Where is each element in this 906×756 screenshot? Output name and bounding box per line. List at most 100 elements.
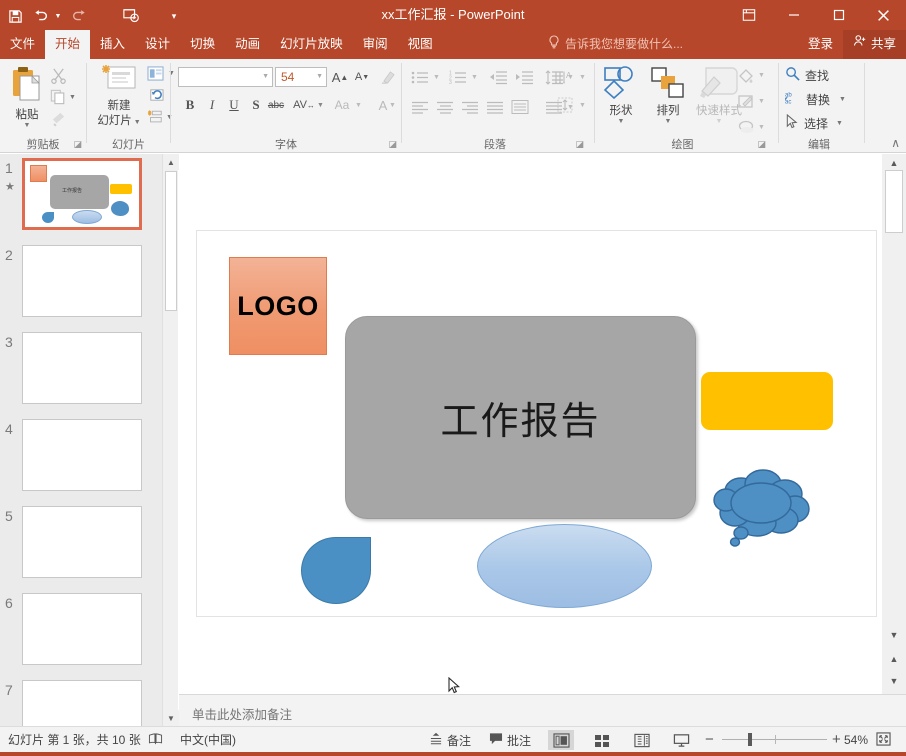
tab-review[interactable]: 审阅 xyxy=(353,30,398,59)
grow-font-button[interactable]: A▲ xyxy=(329,67,351,87)
shape-effects-button[interactable] xyxy=(735,117,757,137)
editor-scroll-down-button[interactable]: ▼ xyxy=(885,626,903,644)
share-button[interactable]: 共享 xyxy=(843,30,906,59)
sign-in-button[interactable]: 登录 xyxy=(798,30,843,59)
find-button[interactable]: 查找 xyxy=(785,66,829,84)
tab-animations[interactable]: 动画 xyxy=(225,30,270,59)
start-slideshow-icon[interactable] xyxy=(116,3,146,29)
character-spacing-button[interactable]: AV↔ xyxy=(291,95,317,115)
logo-shape[interactable]: LOGO xyxy=(229,257,327,355)
slide-canvas[interactable]: LOGO 工作报告 xyxy=(196,230,877,617)
tab-insert[interactable]: 插入 xyxy=(90,30,135,59)
save-icon[interactable] xyxy=(0,3,30,29)
paste-button[interactable]: 粘贴 ▼ xyxy=(6,65,48,129)
select-button[interactable]: 选择 ▼ xyxy=(785,114,843,132)
increase-indent-button[interactable] xyxy=(512,67,536,87)
paste-dropdown-icon[interactable]: ▼ xyxy=(6,122,48,129)
thumbnail-scroll-up-button[interactable]: ▲ xyxy=(163,154,179,170)
shape-effects-dropdown-icon[interactable]: ▼ xyxy=(756,117,767,137)
character-spacing-dropdown-icon[interactable]: ▼ xyxy=(315,95,326,115)
zoom-slider-handle[interactable] xyxy=(748,733,752,746)
thumbnail-row-4[interactable]: 4 xyxy=(0,419,162,506)
slideshow-view-button[interactable] xyxy=(668,730,694,750)
language-label[interactable]: 中文(中国) xyxy=(180,727,236,753)
arrange-dropdown-icon[interactable]: ▼ xyxy=(647,118,689,125)
shape-outline-button[interactable] xyxy=(735,91,757,111)
ribbon-display-options-icon[interactable] xyxy=(732,0,766,30)
tab-home[interactable]: 开始 xyxy=(45,30,90,59)
thumbnail-row-2[interactable]: 2 xyxy=(0,245,162,332)
tell-me-box[interactable]: 告诉我您想要做什么... xyxy=(548,30,683,59)
text-direction-button[interactable]: A xyxy=(551,67,577,87)
thumbnail-scroll-down-button[interactable]: ▼ xyxy=(163,710,179,726)
reading-view-button[interactable] xyxy=(629,730,655,750)
thumbnail-row-6[interactable]: 6 xyxy=(0,593,162,680)
shapes-dropdown-icon[interactable]: ▼ xyxy=(599,118,643,125)
align-left-button[interactable] xyxy=(408,97,432,117)
thumbnail-row-3[interactable]: 3 xyxy=(0,332,162,419)
font-color-dropdown-icon[interactable]: ▼ xyxy=(387,95,398,115)
numbering-button[interactable]: 123 xyxy=(446,67,470,87)
slide-edit-area[interactable]: LOGO 工作报告 xyxy=(179,154,882,694)
replace-button[interactable]: abac 替换 ▼ xyxy=(785,90,846,108)
justify-button[interactable] xyxy=(483,97,507,117)
thumbnail-row-5[interactable]: 5 xyxy=(0,506,162,593)
thumbnail-scrollbar-thumb[interactable] xyxy=(165,171,177,311)
reset-slide-button[interactable] xyxy=(147,87,164,103)
customize-qat-icon[interactable]: ▾ xyxy=(168,3,180,29)
clear-formatting-button[interactable] xyxy=(377,67,399,87)
spellcheck-icon[interactable] xyxy=(148,727,163,753)
change-case-dropdown-icon[interactable]: ▼ xyxy=(353,95,364,115)
tab-view[interactable]: 视图 xyxy=(398,30,443,59)
notes-button[interactable]: 备注 xyxy=(424,730,476,750)
blue-ellipse[interactable] xyxy=(477,524,652,608)
cloud-callout[interactable] xyxy=(711,467,814,553)
thumbnail-slide-2[interactable] xyxy=(22,245,142,317)
notes-pane[interactable]: 单击此处添加备注 xyxy=(179,694,906,726)
new-slide-dropdown-icon[interactable]: ▼ xyxy=(132,119,141,126)
undo-dropdown-icon[interactable]: ▼ xyxy=(52,3,64,29)
blue-teardrop[interactable] xyxy=(301,537,371,604)
redo-icon[interactable] xyxy=(64,3,94,29)
minimize-button[interactable] xyxy=(771,0,816,30)
change-case-button[interactable]: Aa xyxy=(329,95,355,115)
drawing-dialog-launcher[interactable]: ◪ xyxy=(757,139,766,150)
font-size-input[interactable]: 54 ▼ xyxy=(275,67,327,87)
bold-button[interactable]: B xyxy=(179,95,201,115)
fit-slide-to-window-button[interactable] xyxy=(876,727,891,753)
collapse-ribbon-button[interactable]: ∧ xyxy=(891,136,900,150)
font-size-dropdown-icon[interactable]: ▼ xyxy=(316,73,323,80)
underline-button[interactable]: U xyxy=(223,95,245,115)
arrange-button[interactable]: 排列 ▼ xyxy=(647,65,689,125)
shape-fill-dropdown-icon[interactable]: ▼ xyxy=(756,65,767,85)
shapes-button[interactable]: 形状 ▼ xyxy=(599,65,643,125)
zoom-out-button[interactable]: − xyxy=(705,727,714,753)
tab-transitions[interactable]: 切换 xyxy=(180,30,225,59)
font-name-input[interactable]: ▼ xyxy=(178,67,273,87)
thumbnail-panel-scrollbar[interactable]: ▲ ▼ xyxy=(162,154,178,726)
tab-slideshow[interactable]: 幻灯片放映 xyxy=(270,30,353,59)
maximize-button[interactable] xyxy=(816,0,861,30)
distribute-text-button[interactable] xyxy=(508,97,532,117)
undo-icon[interactable] xyxy=(30,3,52,29)
thumbnail-slide-3[interactable] xyxy=(22,332,142,404)
comments-button[interactable]: 批注 xyxy=(484,730,536,750)
clipboard-dialog-launcher[interactable]: ◪ xyxy=(73,139,82,150)
slide-sorter-view-button[interactable] xyxy=(589,730,615,750)
zoom-in-button[interactable]: + xyxy=(832,727,841,753)
thumbnail-slide-6[interactable] xyxy=(22,593,142,665)
thumbnail-slide-5[interactable] xyxy=(22,506,142,578)
normal-view-button[interactable] xyxy=(548,730,574,750)
close-button[interactable] xyxy=(861,0,906,30)
shape-fill-button[interactable] xyxy=(735,65,757,85)
font-dialog-launcher[interactable]: ◪ xyxy=(388,139,397,150)
italic-button[interactable]: I xyxy=(201,95,223,115)
slide-area-scrollbar[interactable]: ▲ ▼ ▲ ▼ xyxy=(882,154,906,694)
copy-dropdown-icon[interactable]: ▼ xyxy=(69,94,76,101)
decrease-indent-button[interactable] xyxy=(486,67,510,87)
title-shape[interactable]: 工作报告 xyxy=(345,316,696,519)
slide-count-label[interactable]: 幻灯片 第 1 张，共 10 张 xyxy=(8,727,141,753)
bullets-button[interactable] xyxy=(408,67,432,87)
thumbnail-slide-1[interactable]: 工作报告 xyxy=(22,158,142,230)
thumbnail-slide-7[interactable] xyxy=(22,680,142,726)
